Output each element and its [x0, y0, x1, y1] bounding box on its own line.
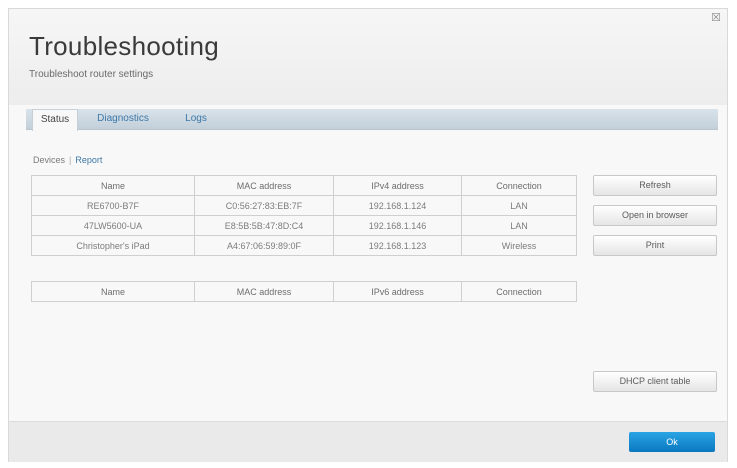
subnav-separator: |: [69, 155, 72, 165]
ip-address-cell: 192.168.1.124: [333, 195, 462, 216]
column-header-mac: MAC address: [194, 281, 334, 302]
ipv4-device-table: Name MAC address IPv4 address Connection…: [31, 175, 577, 256]
tab-bar: Status Diagnostics Logs: [26, 109, 718, 131]
troubleshooting-dialog: Troubleshooting Troubleshoot router sett…: [8, 8, 728, 462]
close-icon[interactable]: ☒: [711, 11, 721, 24]
dhcp-client-table-button[interactable]: DHCP client table: [593, 371, 717, 392]
print-button[interactable]: Print: [593, 235, 717, 256]
column-header-name: Name: [31, 175, 195, 196]
dialog-footer: Ok: [9, 421, 727, 462]
mac-address-cell: E8:5B:5B:47:8D:C4: [194, 215, 334, 236]
report-link[interactable]: Report: [75, 155, 102, 165]
mac-address-cell: A4:67:06:59:89:0F: [194, 235, 334, 256]
page-subtitle: Troubleshoot router settings: [29, 69, 154, 80]
table-row: 47LW5600-UA E8:5B:5B:47:8D:C4 192.168.1.…: [31, 215, 577, 236]
ip-address-cell: 192.168.1.123: [333, 235, 462, 256]
refresh-button[interactable]: Refresh: [593, 175, 717, 196]
tab-diagnostics[interactable]: Diagnostics: [88, 109, 158, 129]
tab-status[interactable]: Status: [32, 109, 78, 131]
open-in-browser-button[interactable]: Open in browser: [593, 205, 717, 226]
connection-cell: Wireless: [461, 235, 577, 256]
column-header-ipv4: IPv4 address: [333, 175, 462, 196]
column-header-name: Name: [31, 281, 195, 302]
column-header-mac: MAC address: [194, 175, 334, 196]
ipv6-device-table: Name MAC address IPv6 address Connection: [31, 281, 577, 302]
devices-label: Devices: [33, 155, 66, 165]
page-title: Troubleshooting: [29, 31, 219, 61]
connection-cell: LAN: [461, 195, 577, 216]
device-name-cell: 47LW5600-UA: [31, 215, 195, 236]
table-row: RE6700-B7F C0:56:27:83:EB:7F 192.168.1.1…: [31, 195, 577, 216]
device-name-cell: RE6700-B7F: [31, 195, 195, 216]
table-row: Christopher's iPad A4:67:06:59:89:0F 192…: [31, 235, 577, 256]
sub-navigation: Devices | Report: [33, 155, 102, 165]
column-header-connection: Connection: [461, 175, 577, 196]
column-header-ipv6: IPv6 address: [333, 281, 462, 302]
dialog-header: Troubleshooting Troubleshoot router sett…: [9, 9, 727, 105]
ok-button[interactable]: Ok: [629, 432, 715, 452]
connection-cell: LAN: [461, 215, 577, 236]
ip-address-cell: 192.168.1.146: [333, 215, 462, 236]
table-header-row: Name MAC address IPv4 address Connection: [31, 175, 577, 196]
table-header-row: Name MAC address IPv6 address Connection: [31, 281, 577, 302]
column-header-connection: Connection: [461, 281, 577, 302]
device-name-cell: Christopher's iPad: [31, 235, 195, 256]
mac-address-cell: C0:56:27:83:EB:7F: [194, 195, 334, 216]
tab-logs[interactable]: Logs: [176, 109, 216, 129]
